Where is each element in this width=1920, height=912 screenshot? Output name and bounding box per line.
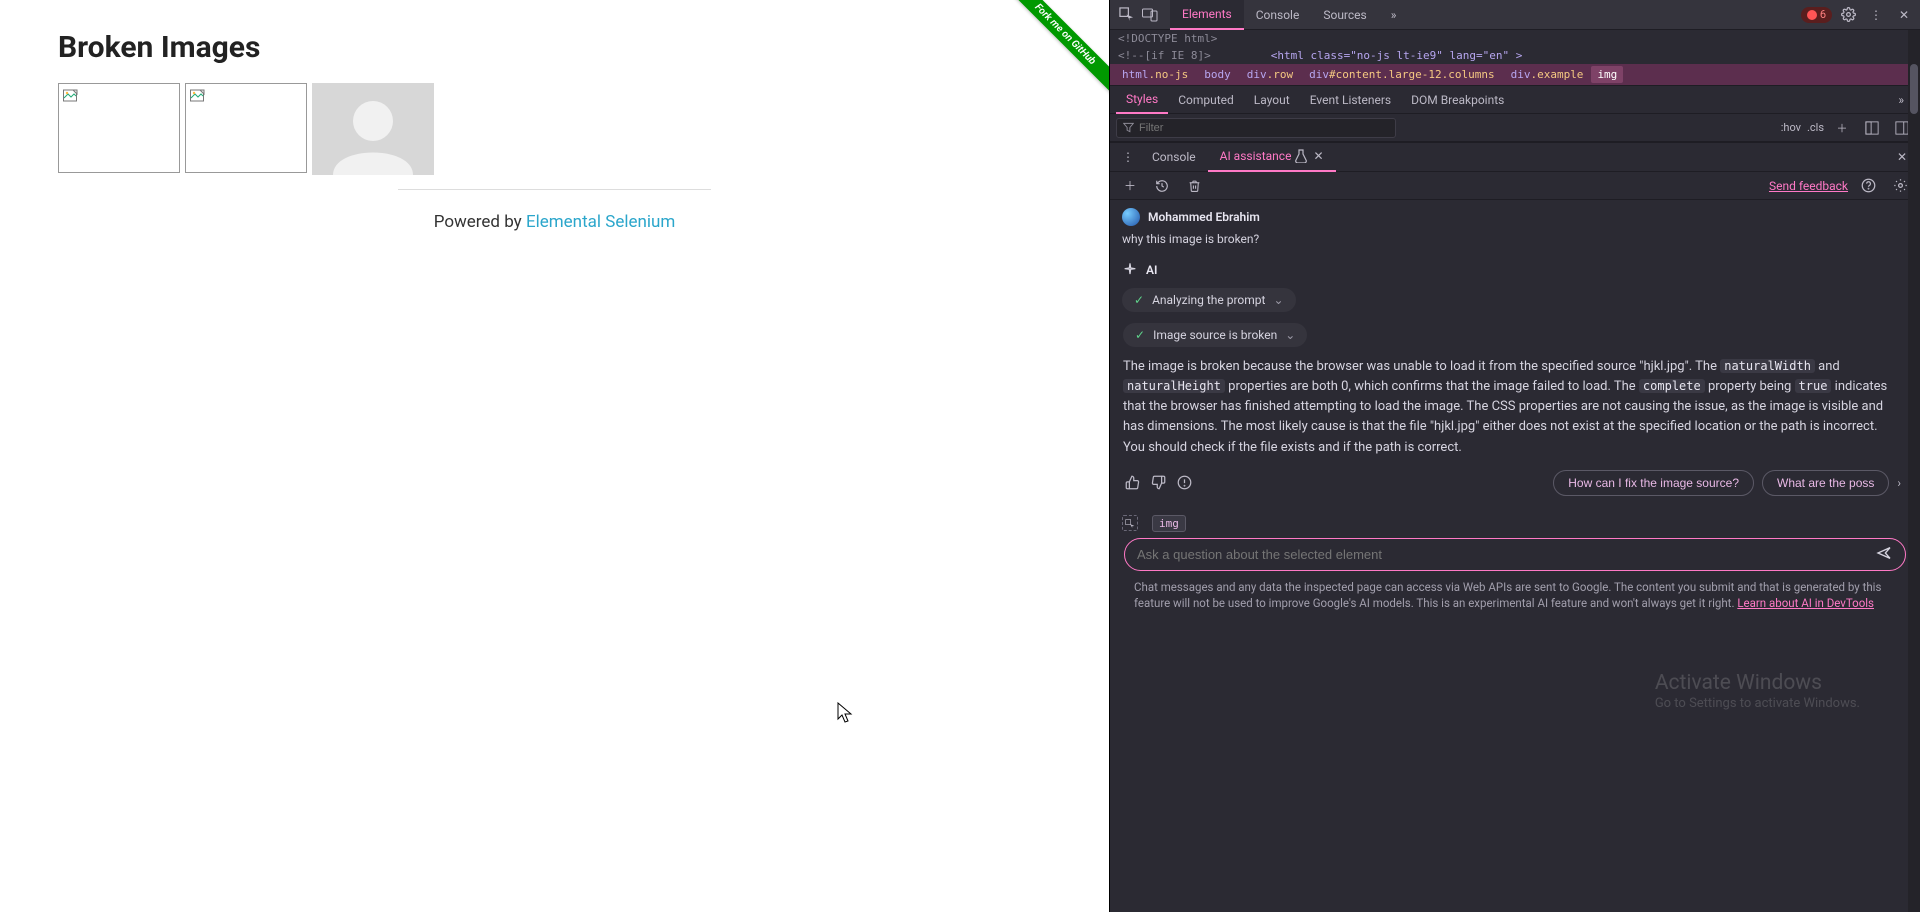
tab-elements[interactable]: Elements — [1170, 0, 1244, 30]
images-row — [58, 83, 1051, 175]
filter-icon — [1123, 122, 1134, 133]
scroll-thumb[interactable] — [1910, 64, 1918, 114]
crumb-html[interactable]: html.no-js — [1114, 66, 1196, 83]
ai-conversation: Mohammed Ebrahim why this image is broke… — [1110, 200, 1920, 912]
ai-user-row: Mohammed Ebrahim — [1122, 208, 1908, 226]
page-title: Broken Images — [58, 30, 1051, 65]
ai-settings-icon[interactable] — [1890, 176, 1910, 196]
avatar-icon — [312, 83, 434, 175]
chevron-right-icon[interactable]: › — [1897, 476, 1901, 490]
suggestion-pill-2[interactable]: What are the poss — [1762, 470, 1889, 496]
ai-input-field[interactable] — [1137, 547, 1867, 562]
device-toolbar-icon[interactable] — [1140, 5, 1160, 25]
user-avatar-icon — [1122, 208, 1140, 226]
help-icon[interactable] — [1858, 176, 1878, 196]
tab-sources[interactable]: Sources — [1311, 0, 1378, 30]
ai-actions-row: How can I fix the image source? What are… — [1123, 470, 1901, 496]
send-icon[interactable] — [1875, 545, 1893, 564]
content-divider — [398, 189, 711, 190]
cls-toggle[interactable]: .cls — [1807, 121, 1824, 134]
cursor-icon — [837, 702, 855, 726]
error-count: 6 — [1820, 8, 1826, 21]
inspect-element-icon[interactable] — [1116, 5, 1136, 25]
new-style-rule-icon[interactable]: ＋ — [1832, 118, 1852, 138]
ai-step-source-broken[interactable]: ✓ Image source is broken ⌄ — [1123, 323, 1307, 347]
avatar-placeholder-image[interactable] — [312, 83, 434, 175]
dom-source-line[interactable]: <!--[if IE 8]> <html class="no-js lt-ie9… — [1110, 47, 1920, 64]
footer-text: Powered by Elemental Selenium — [398, 212, 711, 232]
drawer-kebab-icon[interactable]: ⋮ — [1118, 147, 1138, 167]
error-dot-icon — [1807, 10, 1817, 20]
thumbs-up-icon[interactable] — [1123, 474, 1141, 492]
subtab-eventlisteners[interactable]: Event Listeners — [1300, 86, 1401, 114]
crumb-row[interactable]: div.row — [1239, 66, 1301, 83]
broken-image-icon — [63, 88, 79, 104]
kebab-menu-icon[interactable]: ⋮ — [1866, 5, 1886, 25]
close-ai-tab-icon[interactable]: ✕ — [1313, 149, 1323, 163]
report-icon[interactable] — [1175, 474, 1193, 492]
fork-ribbon-label: Fork me on GitHub — [988, 0, 1109, 111]
devtools-panel: Elements Console Sources » 6 ⋮ ✕ <!DOCTY… — [1109, 0, 1920, 912]
dom-source-line[interactable]: <!DOCTYPE html> — [1110, 30, 1920, 47]
styles-filter-row: :hov .cls ＋ — [1110, 114, 1920, 142]
check-icon: ✓ — [1135, 328, 1145, 342]
ai-response-text: The image is broken because the browser … — [1123, 357, 1901, 458]
drawer-tab-ai[interactable]: AI assistance ✕ — [1208, 142, 1336, 172]
close-devtools-icon[interactable]: ✕ — [1894, 5, 1914, 25]
drawer-tab-console[interactable]: Console — [1140, 142, 1208, 172]
styles-filter-field[interactable] — [1139, 122, 1389, 134]
crumb-content[interactable]: div#content.large-12.columns — [1301, 66, 1502, 83]
flask-icon — [1295, 149, 1307, 163]
ai-step-analyzing[interactable]: ✓ Analyzing the prompt ⌄ — [1122, 288, 1296, 312]
subtab-dombreakpoints[interactable]: DOM Breakpoints — [1401, 86, 1514, 114]
fork-ribbon[interactable]: Fork me on GitHub — [979, 0, 1109, 130]
crumb-example[interactable]: div.example — [1503, 66, 1592, 83]
inspected-page: Fork me on GitHub Broken Images — [0, 0, 1109, 912]
delete-icon[interactable] — [1184, 176, 1204, 196]
subtab-layout[interactable]: Layout — [1244, 86, 1300, 114]
element-reference-row: img — [1122, 515, 1908, 532]
tab-more[interactable]: » — [1379, 0, 1409, 30]
ai-toolbar: ＋ Send feedback — [1110, 172, 1920, 200]
broken-image-icon — [190, 88, 206, 104]
chevron-down-icon: ⌄ — [1273, 293, 1283, 307]
user-question: why this image is broken? — [1122, 232, 1908, 246]
hov-toggle[interactable]: :hov — [1781, 121, 1801, 134]
learn-ai-link[interactable]: Learn about AI in DevTools — [1737, 596, 1874, 610]
devtools-main-tabs: Elements Console Sources » — [1170, 0, 1408, 30]
dom-breadcrumb: html.no-js body div.row div#content.larg… — [1110, 64, 1920, 86]
suggestion-pill-1[interactable]: How can I fix the image source? — [1553, 470, 1754, 496]
footer-link[interactable]: Elemental Selenium — [526, 212, 675, 232]
styles-subtabs: Styles Computed Layout Event Listeners D… — [1110, 86, 1920, 114]
computed-styles-icon[interactable] — [1862, 118, 1882, 138]
drawer-tabs: ⋮ Console AI assistance ✕ ✕ — [1110, 142, 1920, 172]
check-icon: ✓ — [1134, 293, 1144, 307]
crumb-img-selected[interactable]: img — [1591, 66, 1623, 83]
ai-input[interactable] — [1124, 538, 1906, 571]
tab-console[interactable]: Console — [1244, 0, 1312, 30]
error-badge[interactable]: 6 — [1801, 7, 1832, 23]
crumb-body[interactable]: body — [1196, 66, 1239, 83]
history-icon[interactable] — [1152, 176, 1172, 196]
user-name: Mohammed Ebrahim — [1148, 210, 1260, 224]
thumbs-down-icon[interactable] — [1149, 474, 1167, 492]
devtools-top-toolbar: Elements Console Sources » 6 ⋮ ✕ — [1110, 0, 1920, 30]
subtab-styles[interactable]: Styles — [1116, 86, 1168, 114]
styles-filter-input[interactable] — [1116, 118, 1396, 138]
footer-prefix: Powered by — [434, 212, 526, 232]
subtab-computed[interactable]: Computed — [1168, 86, 1244, 114]
ai-label: AI — [1122, 262, 1908, 278]
sparkle-icon — [1122, 262, 1138, 278]
devtools-scrollbar[interactable] — [1908, 30, 1920, 912]
send-feedback-link[interactable]: Send feedback — [1769, 179, 1848, 193]
chevron-down-icon: ⌄ — [1285, 328, 1295, 342]
settings-icon[interactable] — [1838, 5, 1858, 25]
element-chip[interactable]: img — [1152, 515, 1186, 532]
broken-image-2[interactable] — [185, 83, 307, 173]
element-selector-icon[interactable] — [1122, 515, 1138, 531]
ai-disclaimer: Chat messages and any data the inspected… — [1122, 579, 1908, 621]
new-chat-icon[interactable]: ＋ — [1120, 176, 1140, 196]
broken-image-1[interactable] — [58, 83, 180, 173]
